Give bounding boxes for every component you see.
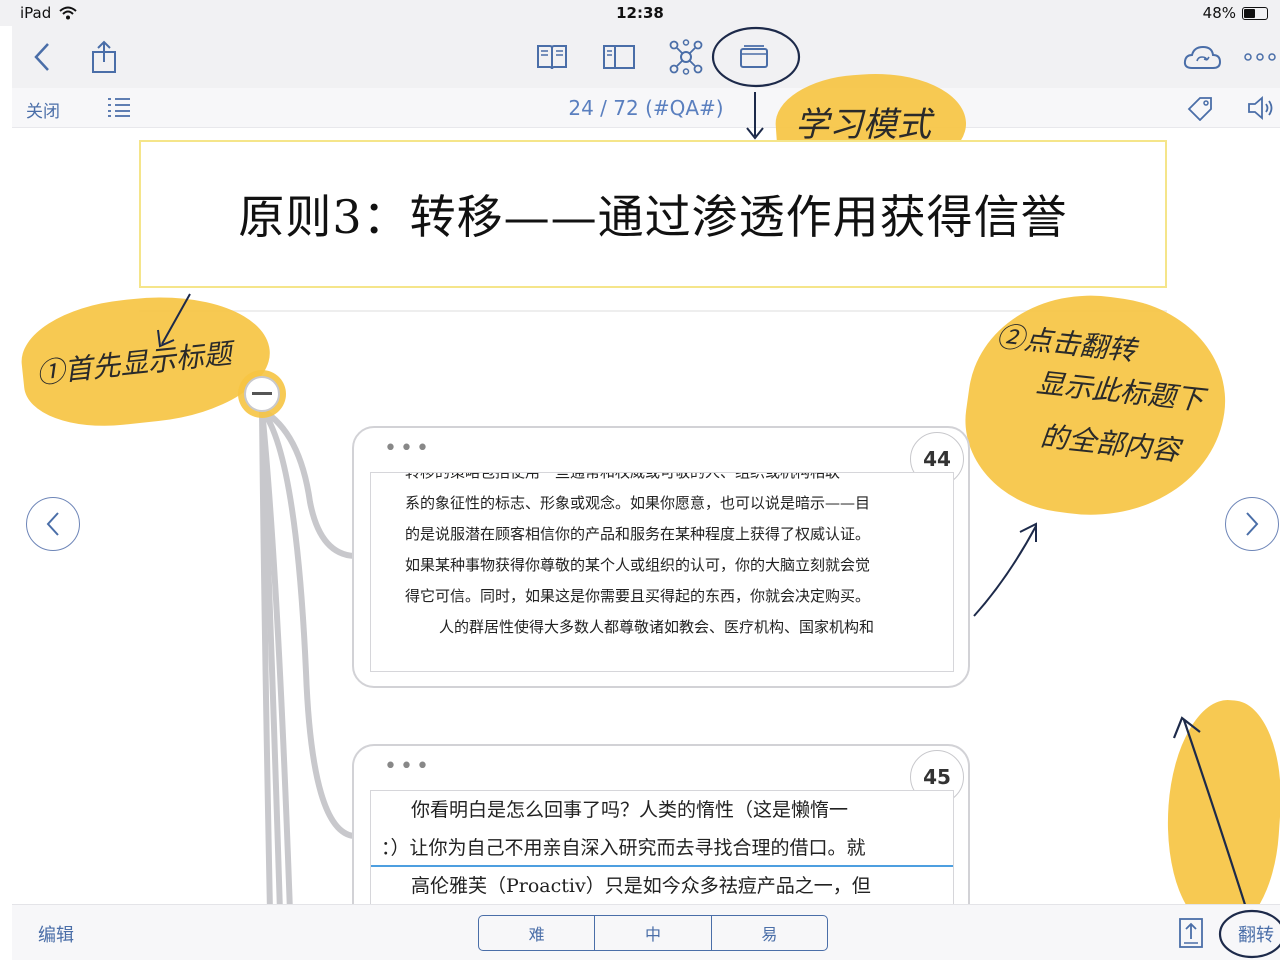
- mindmap-icon: [669, 39, 703, 75]
- card-menu-button[interactable]: •••: [384, 756, 432, 778]
- more-icon: [1244, 53, 1276, 61]
- card-text-line: 你看明白是怎么回事了吗？人类的惰性（这是懒惰一: [411, 799, 849, 821]
- share-icon: [92, 40, 116, 73]
- annotation-arrow-down: [746, 92, 764, 140]
- flip-highlight-circle: [1218, 909, 1280, 959]
- edit-button[interactable]: 编辑: [38, 921, 74, 947]
- layout-button[interactable]: [597, 36, 641, 78]
- tag-button[interactable]: [1186, 95, 1214, 125]
- cloud-sync-button[interactable]: [1180, 36, 1224, 78]
- mindmap-button[interactable]: [664, 36, 708, 78]
- annotation-arrow-up: [157, 293, 191, 348]
- card-mode-highlight-circle: [711, 26, 801, 88]
- card-text-line: 的是说服潜在顾客相信你的产品和服务在某种程度上获得了权威认证。: [405, 525, 871, 543]
- battery-icon: [1242, 6, 1268, 20]
- difficulty-hard-button[interactable]: 难: [479, 916, 594, 950]
- chevron-left-icon: [46, 512, 59, 536]
- back-icon: [34, 43, 49, 71]
- minus-icon: [252, 392, 272, 395]
- card-text-line: 高伦雅芙（Proactiv）只是如今众多祛痘产品之一，但: [411, 875, 871, 897]
- title-text: 原则3：转移——通过渗透作用获得信誉: [238, 190, 1068, 244]
- speaker-icon: [1248, 96, 1273, 120]
- sidebar-layout-icon: [603, 45, 635, 69]
- book-icon: [537, 45, 567, 70]
- mindmap-connectors: [259, 407, 355, 912]
- collapse-node-button[interactable]: [244, 376, 280, 412]
- card-text-line: 转移的策略包括使用一些通常和权威或可敬的人、组织或机构相联: [405, 472, 841, 481]
- cloud-sync-icon: [1183, 45, 1222, 69]
- card-text-line: 得它可信。同时，如果这是你需要且买得起的东西，你就会决定购买。: [405, 587, 871, 605]
- annotation-arrow-diagonal: [973, 522, 1037, 617]
- annotation-arrow-flip: [1172, 716, 1250, 915]
- back-button[interactable]: [20, 36, 64, 78]
- status-right: 48%: [1203, 4, 1268, 22]
- book-button[interactable]: [530, 36, 574, 78]
- card-text-line: 如果某种事物获得你尊敬的某个人或组织的认可，你的大脑立刻就会觉: [405, 556, 871, 574]
- chevron-right-icon: [1246, 512, 1259, 536]
- status-time: 12:38: [616, 4, 664, 22]
- toolbar: [12, 26, 1280, 88]
- page-counter: 24 / 72 (#QA#): [568, 96, 724, 120]
- previous-card-button[interactable]: [26, 497, 80, 551]
- battery-fill: [1244, 8, 1255, 18]
- content-card-44[interactable]: ••• 44 转移的策略包括使用一些通常和权威或可敬的人、组织或机构相联 系的象…: [352, 426, 970, 688]
- share-button[interactable]: [82, 36, 126, 78]
- more-button[interactable]: [1238, 36, 1280, 78]
- battery-percent: 48%: [1202, 4, 1236, 22]
- upload-icon: [1179, 918, 1203, 948]
- subbar: 关闭 24 / 72 (#QA#): [12, 88, 1280, 128]
- speaker-button[interactable]: [1246, 95, 1276, 125]
- card-text-line: ：）让你为自己不用亲自深入研究而去寻找合理的借口。就: [371, 829, 953, 867]
- difficulty-segmented-control: 难 中 易: [478, 915, 828, 951]
- next-card-button[interactable]: [1225, 497, 1279, 551]
- card-text-line: 系的象征性的标志、形象或观念。如果你愿意，也可以说是暗示——目: [405, 494, 871, 512]
- export-button[interactable]: [1178, 917, 1204, 953]
- difficulty-easy-button[interactable]: 易: [710, 916, 827, 950]
- tag-icon: [1187, 97, 1212, 122]
- bottom-bar: 编辑 难 中 易 翻转: [12, 904, 1280, 960]
- card-content: 转移的策略包括使用一些通常和权威或可敬的人、组织或机构相联 系的象征性的标志、形…: [370, 472, 954, 672]
- card-menu-button[interactable]: •••: [384, 438, 432, 460]
- difficulty-medium-button[interactable]: 中: [594, 916, 710, 950]
- status-bar: iPad 12:38 48%: [0, 0, 1280, 26]
- title-card[interactable]: 原则3：转移——通过渗透作用获得信誉: [139, 140, 1167, 288]
- card-text-line: 人的群居性使得大多数人都尊敬诸如教会、医疗机构、国家机构和: [439, 618, 875, 636]
- title-divider: [139, 310, 1167, 312]
